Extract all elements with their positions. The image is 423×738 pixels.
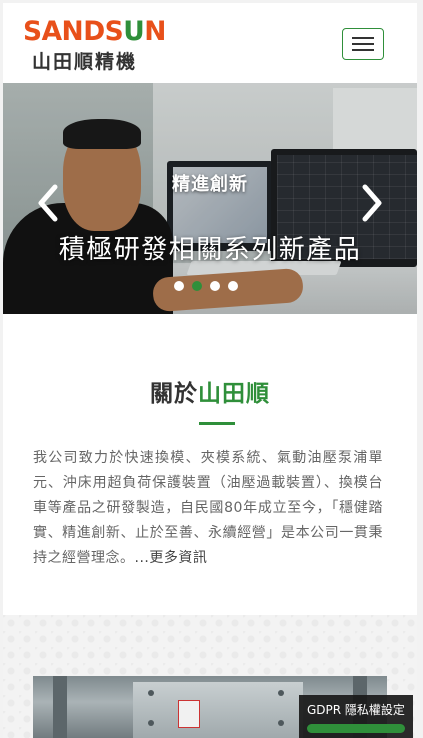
carousel-next-button[interactable] bbox=[357, 183, 387, 223]
about-description: 我公司致力於快速換模、夾模系統、氣動油壓泵浦單元、沖床用超負荷保護裝置（油壓過載… bbox=[33, 446, 383, 571]
logo-wordmark-part: SANDS bbox=[23, 16, 124, 47]
hamburger-icon bbox=[352, 43, 374, 45]
hamburger-icon bbox=[352, 37, 374, 39]
gdpr-accent-bar bbox=[307, 724, 405, 733]
carousel-prev-button[interactable] bbox=[33, 183, 63, 223]
carousel-indicator[interactable] bbox=[228, 281, 238, 291]
gdpr-settings-button[interactable]: GDPR 隱私權設定 bbox=[299, 695, 413, 738]
machine-bolt bbox=[278, 690, 284, 696]
carousel-indicator[interactable] bbox=[174, 281, 184, 291]
carousel-indicator-active[interactable] bbox=[192, 281, 202, 291]
heading-underline bbox=[199, 422, 235, 425]
hamburger-icon bbox=[352, 49, 374, 51]
machine-bolt bbox=[278, 720, 284, 726]
hero-overlay bbox=[3, 83, 417, 314]
machine-bolt bbox=[148, 720, 154, 726]
about-heading: 關於山田順 bbox=[3, 374, 417, 408]
hero-carousel[interactable]: 精進創新 積極研發相關系列新產品 bbox=[3, 83, 417, 314]
chevron-right-icon bbox=[362, 184, 382, 222]
about-heading-prefix: 關於 bbox=[150, 381, 198, 407]
machine-bolt bbox=[148, 690, 154, 696]
machine-label-sticker bbox=[178, 700, 200, 728]
logo-chinese-name: 山田順精機 bbox=[32, 51, 138, 73]
logo-wordmark: SANDSUN bbox=[23, 17, 166, 47]
chevron-left-icon bbox=[38, 184, 58, 222]
page: SANDSUN 山田順精機 精進創新 積極研發相關系列新產品 關於山田順 我公司… bbox=[3, 3, 417, 738]
logo-wordmark-part: N bbox=[144, 16, 166, 47]
about-heading-accent: 山田順 bbox=[198, 381, 270, 407]
logo[interactable]: SANDSUN 山田順精機 bbox=[23, 17, 166, 75]
gdpr-label: GDPR 隱私權設定 bbox=[307, 703, 405, 717]
carousel-indicators bbox=[174, 281, 238, 293]
site-header: SANDSUN 山田順精機 bbox=[3, 3, 417, 83]
hero-title: 精進創新 bbox=[172, 174, 248, 195]
hero-subtitle: 積極研發相關系列新產品 bbox=[58, 235, 362, 265]
more-info-link[interactable]: ...更多資訊 bbox=[135, 550, 208, 566]
carousel-indicator[interactable] bbox=[210, 281, 220, 291]
logo-wordmark-part: U bbox=[123, 16, 145, 47]
menu-toggle-button[interactable] bbox=[342, 28, 384, 60]
machine-post bbox=[53, 676, 67, 738]
about-body-text: 我公司致力於快速換模、夾模系統、氣動油壓泵浦單元、沖床用超負荷保護裝置（油壓過載… bbox=[33, 450, 383, 566]
